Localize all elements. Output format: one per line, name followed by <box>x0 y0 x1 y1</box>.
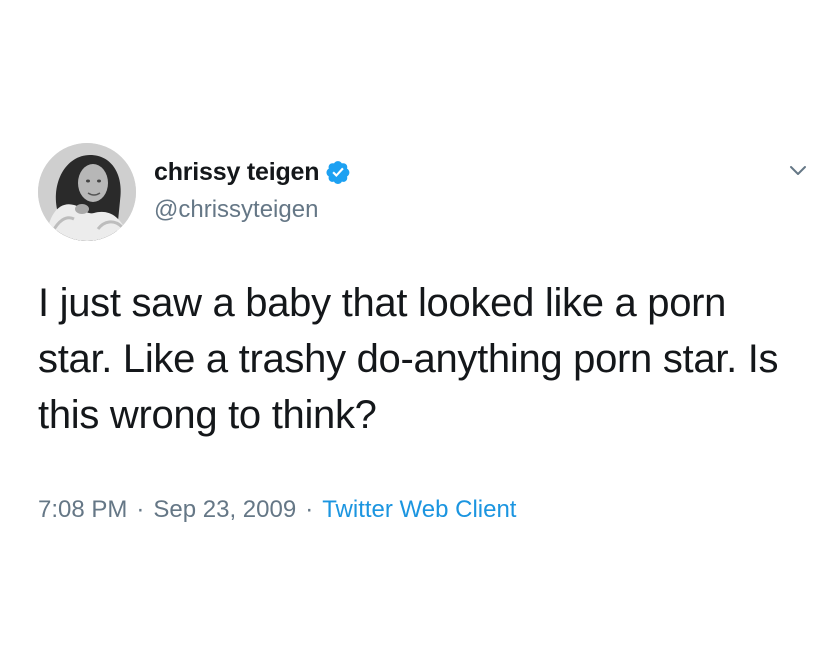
meta-separator: · <box>305 496 314 523</box>
tweet-text: I just saw a baby that looked like a por… <box>38 281 779 437</box>
tweet-source-link[interactable]: Twitter Web Client <box>322 496 516 524</box>
avatar-image <box>38 143 136 241</box>
tweet-date[interactable]: Sep 23, 2009 <box>153 496 296 524</box>
meta-separator: · <box>136 496 145 523</box>
verified-badge-icon <box>325 159 351 185</box>
author-handle[interactable]: @chrissyteigen <box>154 196 318 224</box>
display-name[interactable]: chrissy teigen <box>154 158 320 187</box>
tweet-time[interactable]: 7:08 PM <box>38 496 127 524</box>
chevron-down-icon[interactable] <box>786 158 810 182</box>
avatar[interactable] <box>38 143 136 241</box>
tweet-card: chrissy teigen @chrissyteigen I just saw… <box>0 0 828 672</box>
author-name-row: chrissy teigen <box>154 156 351 188</box>
tweet-meta: 7:08 PM · Sep 23, 2009 · Twitter Web Cli… <box>38 496 516 524</box>
